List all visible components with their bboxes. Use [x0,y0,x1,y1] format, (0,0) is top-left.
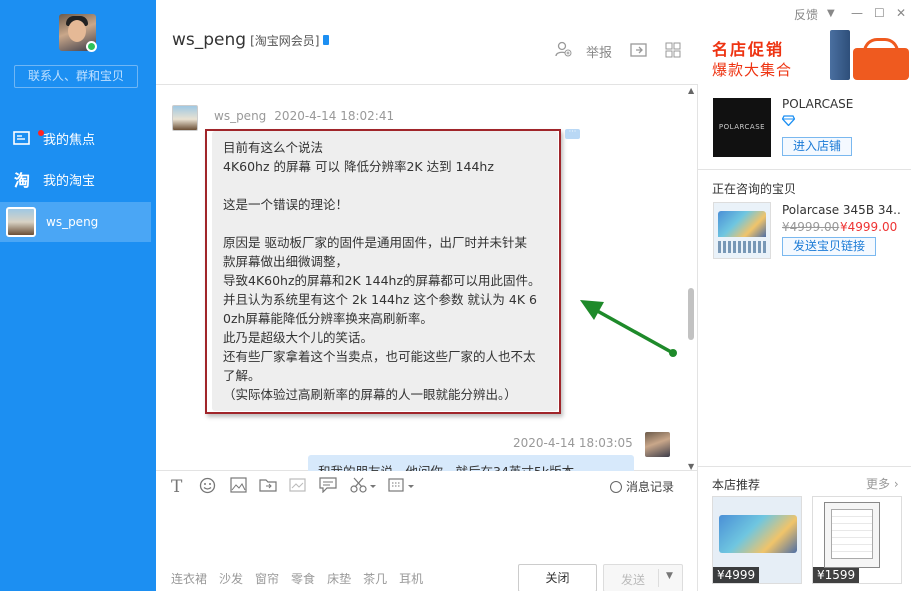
quick-tags: 连衣裙 沙发 窗帘 零食 床垫 茶几 耳机 [171,570,423,587]
divider [658,569,659,587]
message-input[interactable] [160,500,690,560]
diamond-icon [781,115,796,129]
maximize-icon[interactable]: ☐ [874,6,885,20]
chevron-right-icon: › [893,477,899,491]
send-product-link-button[interactable]: 发送宝贝链接 [782,237,876,256]
quick-tag[interactable]: 窗帘 [255,570,279,587]
promo-banner[interactable]: 名店促销 爆款大集合 [705,30,911,82]
product-title[interactable]: Polarcase 345B 34... [782,203,900,217]
send-options-dropdown-icon[interactable]: ▼ [666,571,673,581]
original-price: ¥4999.00 [782,220,840,234]
product-thumbnail[interactable] [713,202,771,259]
add-contact-icon[interactable] [554,40,572,62]
menu-dropdown-icon[interactable]: ▼ [827,8,835,19]
chat-header-title: ws_peng [淘宝网会员] [172,30,330,50]
message-history-button[interactable]: 消息记录 [610,478,674,495]
emoji-icon[interactable] [199,477,216,498]
scrollbar-thumb[interactable] [688,288,694,340]
font-icon[interactable]: T [171,477,182,497]
folder-icon[interactable] [259,477,277,497]
quick-tag[interactable]: 耳机 [399,570,423,587]
contact-search-input[interactable]: 联系人、群和宝贝 [14,65,138,88]
item-price: ¥4999 [713,567,760,583]
divider [156,84,697,85]
quick-tag[interactable]: 沙发 [219,570,243,587]
divider [698,169,911,170]
annotation-highlight-box [205,129,561,414]
quick-tag[interactable]: 零食 [291,570,315,587]
more-link[interactable]: 更多 › [866,475,899,492]
close-button[interactable]: 关闭 [518,564,597,591]
sidebar-item-label: ws_peng [46,215,99,229]
send-button[interactable]: 发送 ▼ [603,564,683,591]
sender-name: ws_peng [214,109,267,123]
sidebar-item-focus[interactable]: 我的焦点 [0,118,156,158]
handbag-image [853,38,909,80]
message-more-icon[interactable]: ··· [565,128,580,139]
grid-apps-icon[interactable] [665,42,681,62]
send-label: 发送 [621,573,646,587]
more-label: 更多 [866,477,891,491]
enter-shop-button[interactable]: 进入店铺 [782,137,852,156]
sidebar-item-label: 我的焦点 [43,132,96,148]
contact-avatar [6,207,36,237]
jeans-image [830,30,850,80]
close-icon[interactable]: ✕ [896,6,906,20]
shop-logo[interactable]: POLARCASE [713,98,771,157]
focus-icon [12,128,44,148]
divider [697,84,698,591]
message-meta: ws_peng 2020-4-14 18:02:41 [214,109,394,123]
report-button[interactable]: 举报 [586,42,612,61]
clock-icon [610,481,622,493]
quick-tag[interactable]: 茶几 [363,570,387,587]
recommend-section-title: 本店推荐 [712,478,761,492]
sale-price: ¥4999.00 [840,220,898,234]
sidebar: 联系人、群和宝贝 我的焦点 淘 我的淘宝 ws_peng [0,0,156,591]
self-avatar[interactable] [645,432,670,457]
avatar-face [68,20,86,42]
consulting-section-title: 正在咨询的宝贝 [712,182,797,196]
share-icon[interactable] [630,42,648,62]
message-time: 2020-4-14 18:02:41 [274,109,395,123]
pc-case-image [824,502,880,568]
shop-name[interactable]: POLARCASE [782,97,853,111]
recommend-item[interactable]: ¥4999 [712,496,802,584]
feedback-link[interactable]: 反馈 [794,6,818,23]
member-tag: [淘宝网会员] [250,34,320,48]
image-icon[interactable] [230,477,247,497]
annotation-arrow-icon [580,300,677,357]
online-status-icon [86,41,97,52]
sidebar-item-taobao[interactable]: 淘 我的淘宝 [0,159,156,199]
scissors-icon[interactable] [350,477,378,497]
chat-bubble-icon[interactable] [319,477,337,497]
scroll-down-icon[interactable]: ▼ [688,462,694,471]
divider [698,466,911,467]
item-price: ¥1599 [813,567,860,583]
taobao-icon: 淘 [13,171,30,190]
banner-subtitle: 爆款大集合 [712,61,793,79]
sidebar-item-label: 我的淘宝 [43,173,96,189]
sender-avatar[interactable] [172,105,198,131]
scroll-up-icon[interactable]: ▲ [688,86,694,95]
minimize-icon[interactable]: — [851,6,863,20]
quick-tag[interactable]: 连衣裙 [171,570,207,587]
message-time: 2020-4-14 18:03:05 [513,436,633,450]
contact-name: ws_peng [172,30,247,50]
banner-title: 名店促销 [712,40,785,59]
history-label: 消息记录 [626,480,675,494]
keyboard-icon[interactable] [388,477,416,497]
mobile-icon [323,35,330,45]
sidebar-item-contact[interactable]: ws_peng [0,202,151,242]
photo-icon[interactable] [289,477,306,497]
quick-tag[interactable]: 床垫 [327,570,351,587]
